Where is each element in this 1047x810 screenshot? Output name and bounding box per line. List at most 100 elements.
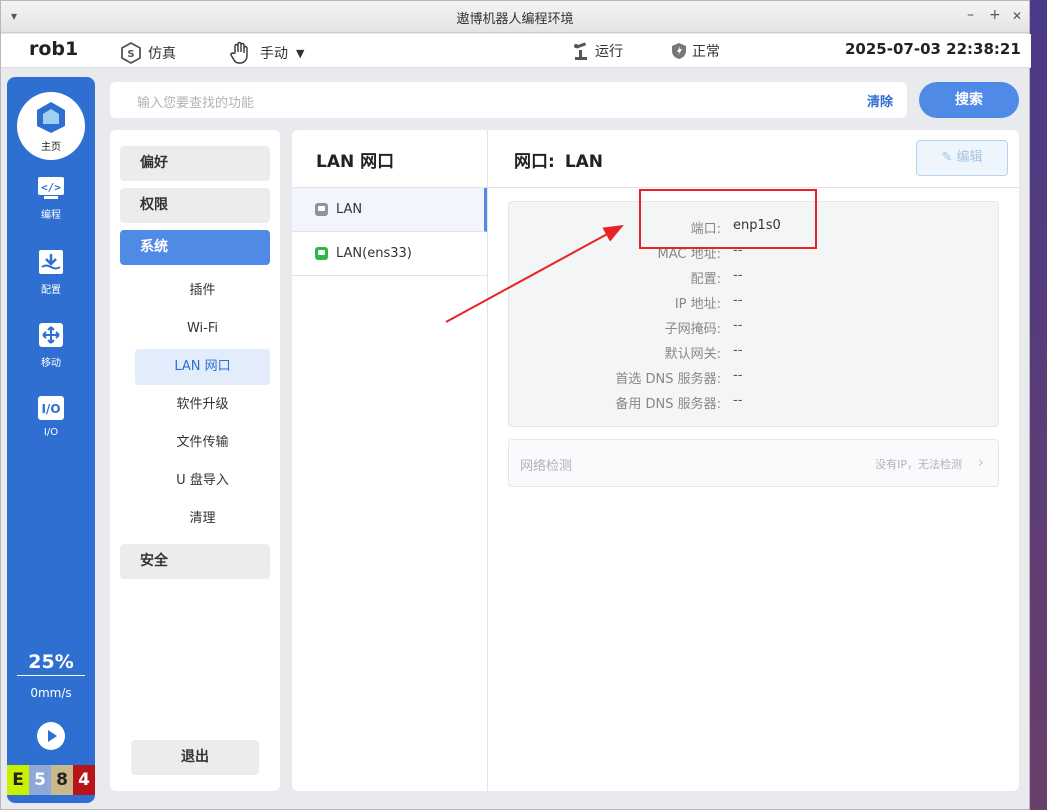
run-label: 运行 <box>595 44 623 60</box>
search-input[interactable]: 输入您要查找的功能 <box>137 92 254 111</box>
edit-label: 编辑 <box>956 150 983 165</box>
nav-io-label: I/O <box>43 427 59 438</box>
hand-icon <box>230 41 248 64</box>
detail-title: 网口: LAN <box>514 147 603 172</box>
nav-move-label: 移动 <box>41 358 61 369</box>
info-value: -- <box>733 368 743 383</box>
status-code-char: 8 <box>51 765 73 795</box>
menu-category-permissions[interactable]: 权限 <box>120 188 270 223</box>
move-icon <box>39 323 63 347</box>
nav-programming-label: 编程 <box>41 210 61 221</box>
simulation-toggle[interactable]: S 仿真 <box>119 41 176 65</box>
svg-text:</>: </> <box>41 181 61 194</box>
menu-item-plugins[interactable]: 插件 <box>135 273 270 309</box>
port-list-title: LAN 网口 <box>316 152 395 172</box>
port-list: LAN 网口 LAN LAN(ens33) <box>292 130 488 791</box>
simulation-icon: S <box>121 41 141 65</box>
search-bar[interactable]: 输入您要查找的功能 清除 <box>110 82 907 118</box>
shield-icon <box>672 43 686 59</box>
menu-category-preferences[interactable]: 偏好 <box>120 146 270 181</box>
nav-move[interactable]: 移动 <box>7 321 95 369</box>
home-icon <box>37 102 65 133</box>
ethernet-icon <box>315 203 328 216</box>
info-row-dns-primary: 首选 DNS 服务器: -- <box>509 368 1000 388</box>
info-value: -- <box>733 268 743 283</box>
network-check-label: 网络检测 <box>520 459 573 474</box>
network-check-hint: 没有IP，无法检测 <box>875 458 962 471</box>
info-key: IP 地址: <box>674 297 721 312</box>
annotation-highlight-box <box>639 189 817 249</box>
minimize-button[interactable]: – <box>967 7 974 23</box>
menu-category-system[interactable]: 系统 <box>120 230 270 265</box>
desktop-background <box>1029 0 1047 810</box>
info-row-dns-secondary: 备用 DNS 服务器: -- <box>509 393 1000 413</box>
menu-item-software-upgrade[interactable]: 软件升级 <box>135 387 270 423</box>
io-icon: I/O <box>38 396 64 420</box>
info-row-gateway: 默认网关: -- <box>509 343 1000 363</box>
simulation-label: 仿真 <box>148 46 176 62</box>
info-value: -- <box>733 318 743 333</box>
nav-config[interactable]: 配置 <box>7 248 95 296</box>
ethernet-icon <box>315 247 328 260</box>
mode-label: 手动 <box>260 46 288 62</box>
menu-item-wifi[interactable]: Wi-Fi <box>135 311 270 347</box>
menu-category-security[interactable]: 安全 <box>120 544 270 579</box>
health-status: 正常 <box>671 41 720 61</box>
info-value: -- <box>733 343 743 358</box>
detail-title-name: LAN <box>564 152 604 172</box>
title-bar: ▾ 遨博机器人编程环境 – + ✕ <box>1 1 1029 33</box>
edit-button[interactable]: ✎ 编辑 <box>916 140 1008 176</box>
menu-item-usb-import[interactable]: U 盘导入 <box>135 463 270 499</box>
info-row-netmask: 子网掩码: -- <box>509 318 1000 338</box>
speed-value: 0mm/s <box>30 686 72 700</box>
status-code-char: 5 <box>29 765 51 795</box>
robot-arm-icon <box>574 42 587 60</box>
nav-programming[interactable]: </> 编程 <box>7 175 95 221</box>
divider <box>488 187 1019 188</box>
code-icon: </> <box>38 177 64 199</box>
info-key: 备用 DNS 服务器: <box>615 397 721 412</box>
info-value: -- <box>733 393 743 408</box>
left-nav: 主页 </> 编程 配置 移动 I/O I/O 25% 0mm/s E 5 8 … <box>7 77 95 803</box>
nav-io[interactable]: I/O I/O <box>7 394 95 438</box>
status-label: 正常 <box>692 44 720 60</box>
status-code-char: E <box>7 765 29 795</box>
clear-button[interactable]: 清除 <box>867 91 893 110</box>
info-key: 首选 DNS 服务器: <box>615 372 721 387</box>
close-button[interactable]: ✕ <box>1012 9 1022 23</box>
nav-config-label: 配置 <box>41 285 61 296</box>
logout-button[interactable]: 退出 <box>131 740 259 775</box>
nav-home[interactable]: 主页 <box>17 92 85 160</box>
status-code-display: E 5 8 4 <box>7 765 95 795</box>
info-key: 配置: <box>690 272 721 287</box>
datetime: 2025-07-03 22:38:21 <box>845 40 1021 58</box>
info-row-config: 配置: -- <box>509 268 1000 288</box>
chevron-down-icon: ▼ <box>296 46 305 60</box>
info-key: 默认网关: <box>664 347 721 362</box>
window-title: 遨博机器人编程环境 <box>456 12 574 27</box>
pencil-icon: ✎ <box>941 150 953 165</box>
port-name: LAN <box>336 202 363 217</box>
detail-title-prefix: 网口: <box>514 152 555 172</box>
info-key: 子网掩码: <box>664 322 721 337</box>
menu-item-file-transfer[interactable]: 文件传输 <box>135 425 270 461</box>
svg-text:S: S <box>127 49 134 60</box>
robot-name: rob1 <box>29 38 79 60</box>
nav-home-label: 主页 <box>41 142 61 153</box>
menu-item-cleanup[interactable]: 清理 <box>135 501 270 537</box>
maximize-button[interactable]: + <box>989 7 1001 23</box>
mode-dropdown[interactable]: 手动 ▼ <box>229 41 304 65</box>
config-icon <box>39 250 63 274</box>
info-row-ip: IP 地址: -- <box>509 293 1000 313</box>
play-button[interactable] <box>37 722 65 750</box>
port-name: LAN(ens33) <box>336 246 412 261</box>
search-button[interactable]: 搜索 <box>919 82 1019 118</box>
svg-text:I/O: I/O <box>41 402 60 416</box>
menu-item-lan[interactable]: LAN 网口 <box>135 349 270 385</box>
port-item-lan[interactable]: LAN <box>292 188 487 232</box>
speed-percentage[interactable]: 25% <box>17 651 85 676</box>
network-check-row[interactable]: 网络检测 没有IP，无法检测 › <box>508 439 999 487</box>
app-window: ▾ 遨博机器人编程环境 – + ✕ rob1 S 仿真 手动 ▼ 运行 正常 2… <box>0 0 1031 810</box>
info-value: -- <box>733 293 743 308</box>
port-item-lan-ens33[interactable]: LAN(ens33) <box>292 232 487 276</box>
